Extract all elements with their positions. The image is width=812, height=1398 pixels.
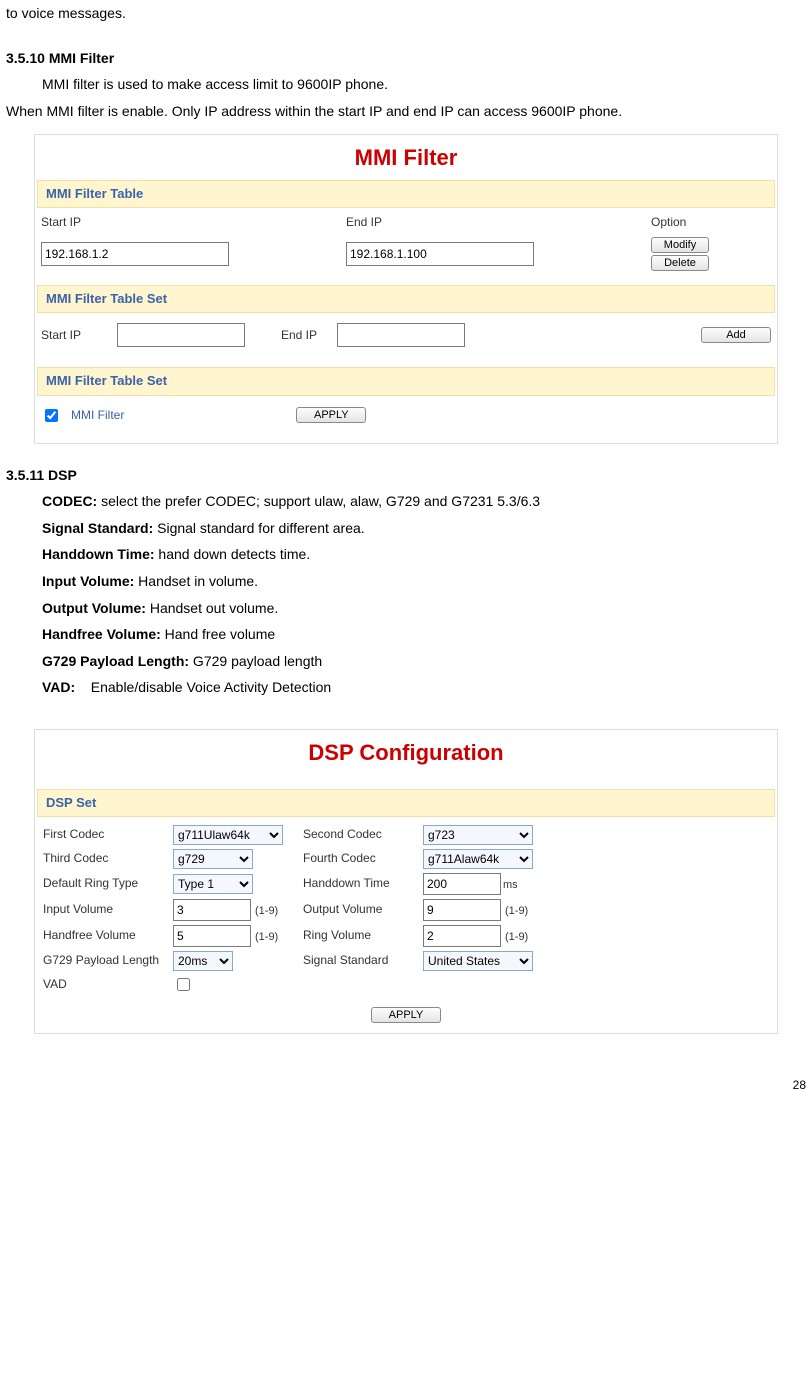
section-title-dsp: 3.5.11 DSP [6, 462, 806, 489]
def-handdown-text: hand down detects time. [155, 546, 311, 562]
handfree-volume-hint: (1-9) [255, 931, 278, 943]
def-handfree-vol-label: Handfree Volume: [42, 626, 161, 642]
end-ip-display[interactable] [346, 242, 534, 266]
label-handdown-time: Handdown Time [303, 875, 423, 892]
label-input-volume: Input Volume [43, 901, 173, 918]
page-number: 28 [6, 1044, 806, 1107]
first-codec-select[interactable]: g711Ulaw64k [173, 825, 283, 845]
start-ip-display[interactable] [41, 242, 229, 266]
def-output-vol-label: Output Volume: [42, 600, 146, 616]
modify-button[interactable]: Modify [651, 237, 709, 253]
mmi-filter-checkbox[interactable] [45, 409, 58, 422]
label-g729-length: G729 Payload Length [43, 952, 173, 969]
mmi-filter-set-header-1: MMI Filter Table Set [37, 285, 775, 313]
def-input-vol-text: Handset in volume. [134, 573, 258, 589]
ring-volume-hint: (1-9) [505, 931, 528, 943]
intro-fragment: to voice messages. [6, 0, 806, 27]
mmi-filter-table-header: MMI Filter Table [37, 180, 775, 208]
label-first-codec: First Codec [43, 826, 173, 843]
def-vad-label: VAD: [42, 679, 75, 695]
col-header-option: Option [651, 214, 771, 231]
def-output-vol-text: Handset out volume. [146, 600, 278, 616]
input-volume-hint: (1-9) [255, 905, 278, 917]
label-second-codec: Second Codec [303, 826, 423, 843]
dsp-definitions: CODEC: select the prefer CODEC; support … [6, 488, 806, 701]
def-signal-label: Signal Standard: [42, 520, 153, 536]
col-header-end-ip: End IP [346, 214, 645, 231]
label-vad: VAD [43, 976, 173, 993]
signal-standard-select[interactable]: United States [423, 951, 533, 971]
input-volume-input[interactable] [173, 899, 251, 921]
label-fourth-codec: Fourth Codec [303, 850, 423, 867]
delete-button[interactable]: Delete [651, 255, 709, 271]
mmi-filter-set-header-2: MMI Filter Table Set [37, 367, 775, 395]
mmi-apply-button[interactable]: APPLY [296, 407, 366, 423]
label-end-ip: End IP [281, 327, 331, 344]
def-input-vol-label: Input Volume: [42, 573, 134, 589]
def-g729-text: G729 payload length [189, 653, 322, 669]
label-signal-standard: Signal Standard [303, 952, 423, 969]
output-volume-input[interactable] [423, 899, 501, 921]
mmi-filter-panel: MMI Filter MMI Filter Table Start IP End… [34, 134, 778, 443]
g729-length-select[interactable]: 20ms [173, 951, 233, 971]
third-codec-select[interactable]: g729 [173, 849, 253, 869]
def-vad-text: Enable/disable Voice Activity Detection [75, 679, 331, 695]
def-codec-text: select the prefer CODEC; support ulaw, a… [97, 493, 540, 509]
fourth-codec-select[interactable]: g711Alaw64k [423, 849, 533, 869]
label-output-volume: Output Volume [303, 901, 423, 918]
dsp-config-panel: DSP Configuration DSP Set First Codec g7… [34, 729, 778, 1034]
mmi-panel-title: MMI Filter [35, 135, 777, 178]
vad-checkbox[interactable] [177, 978, 190, 991]
dsp-apply-button[interactable]: APPLY [371, 1007, 441, 1023]
def-handdown-label: Handdown Time: [42, 546, 155, 562]
dsp-panel-title: DSP Configuration [35, 730, 777, 773]
add-button[interactable]: Add [701, 327, 771, 343]
mmi-paragraph-1: MMI filter is used to make access limit … [6, 71, 806, 98]
label-ring-type: Default Ring Type [43, 875, 173, 892]
mmi-filter-checkbox-label: MMI Filter [71, 407, 124, 424]
start-ip-input[interactable] [117, 323, 245, 347]
handdown-time-input[interactable] [423, 873, 501, 895]
def-signal-text: Signal standard for different area. [153, 520, 364, 536]
end-ip-input[interactable] [337, 323, 465, 347]
label-handfree-volume: Handfree Volume [43, 927, 173, 944]
ring-type-select[interactable]: Type 1 [173, 874, 253, 894]
def-g729-label: G729 Payload Length: [42, 653, 189, 669]
section-title-mmi: 3.5.10 MMI Filter [6, 45, 806, 72]
dsp-set-header: DSP Set [37, 789, 775, 817]
handdown-suffix: ms [503, 879, 518, 891]
def-codec-label: CODEC: [42, 493, 97, 509]
col-header-start-ip: Start IP [41, 214, 340, 231]
second-codec-select[interactable]: g723 [423, 825, 533, 845]
label-ring-volume: Ring Volume [303, 927, 423, 944]
handfree-volume-input[interactable] [173, 925, 251, 947]
output-volume-hint: (1-9) [505, 905, 528, 917]
label-start-ip: Start IP [41, 327, 111, 344]
ring-volume-input[interactable] [423, 925, 501, 947]
def-handfree-vol-text: Hand free volume [161, 626, 275, 642]
label-third-codec: Third Codec [43, 850, 173, 867]
mmi-paragraph-2: When MMI filter is enable. Only IP addre… [6, 98, 806, 125]
